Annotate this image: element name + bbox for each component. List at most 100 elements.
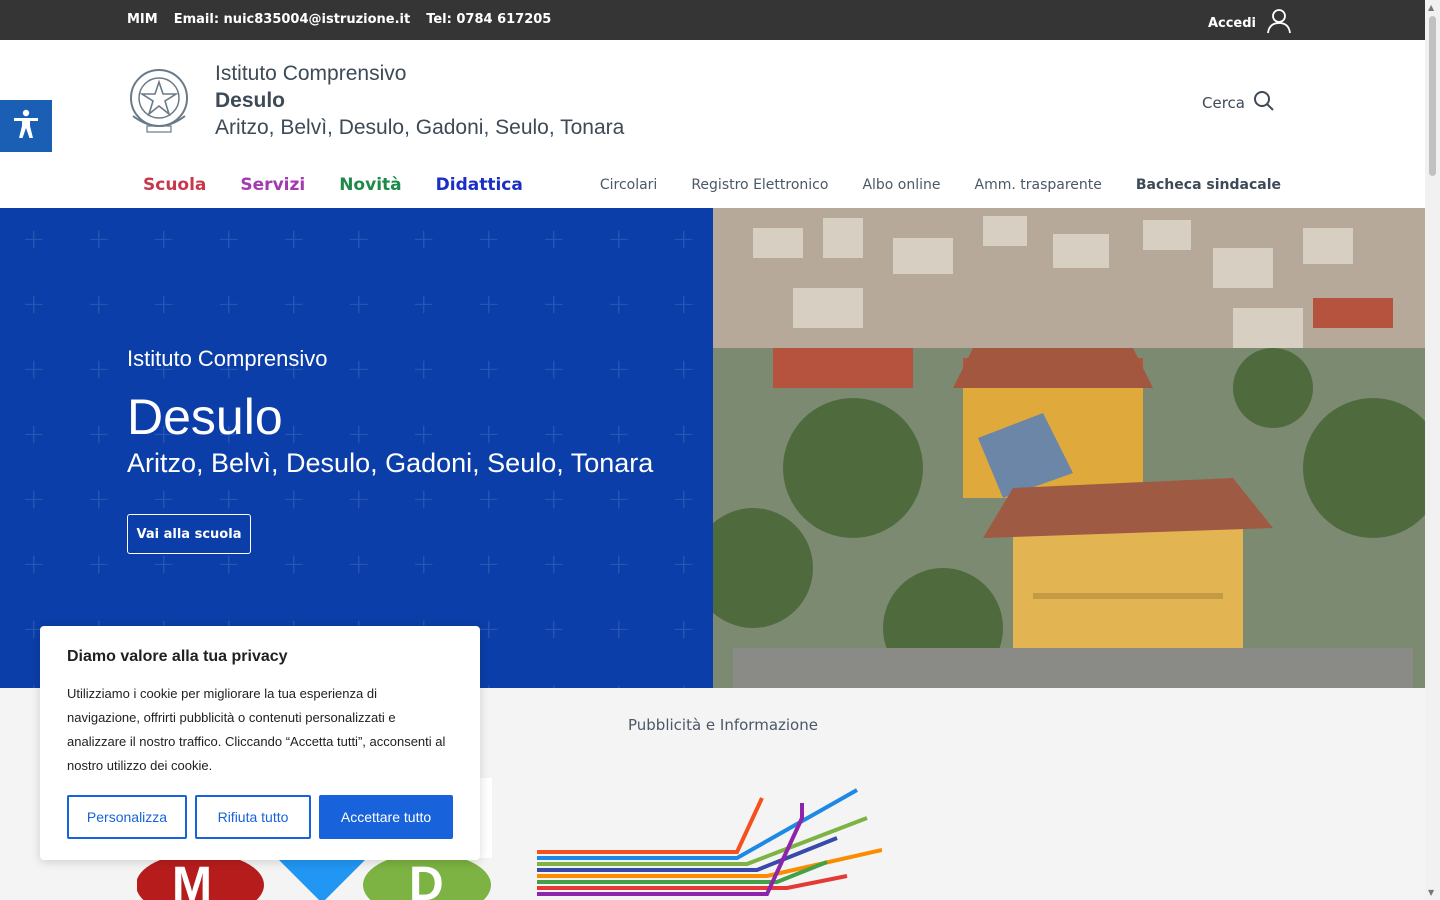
plus-pattern-icon: +	[22, 287, 46, 320]
hero-photo	[713, 208, 1425, 688]
plus-pattern-icon: +	[347, 417, 371, 450]
plus-pattern-icon: +	[87, 482, 111, 515]
plus-pattern-icon: +	[672, 677, 695, 688]
plus-pattern-icon: +	[22, 352, 46, 385]
plus-pattern-icon: +	[672, 222, 696, 255]
plus-pattern-icon: +	[672, 547, 696, 580]
secondary-nav: Circolari Registro Elettronico Albo onli…	[600, 177, 1281, 193]
mim-link[interactable]: MIM	[127, 12, 158, 27]
plus-pattern-icon: +	[542, 612, 566, 645]
plus-pattern-icon: +	[607, 222, 631, 255]
phone-text[interactable]: Tel: 0784 617205	[426, 12, 551, 27]
plus-pattern-icon: +	[217, 222, 241, 255]
brand-title[interactable]: Istituto Comprensivo Desulo Aritzo, Belv…	[215, 60, 624, 141]
login-button[interactable]: Accedi	[1208, 8, 1292, 38]
plus-pattern-icon: +	[477, 417, 501, 450]
nav-item-servizi[interactable]: Servizi	[240, 175, 305, 195]
hero-subtitle: Istituto Comprensivo	[127, 346, 328, 371]
plus-pattern-icon: +	[347, 547, 371, 580]
svg-text:M: M	[172, 858, 212, 900]
plus-pattern-icon: +	[477, 287, 501, 320]
plus-pattern-icon: +	[542, 677, 565, 688]
scroll-up-icon[interactable]: ▲	[1428, 3, 1434, 12]
plus-pattern-icon: +	[477, 222, 501, 255]
plus-pattern-icon: +	[347, 287, 371, 320]
accept-all-button[interactable]: Accettare tutto	[319, 795, 453, 839]
cookie-actions: Personalizza Rifiuta tutto Accettare tut…	[67, 795, 453, 839]
plus-pattern-icon: +	[477, 677, 500, 688]
emblem-icon[interactable]	[127, 64, 191, 136]
brand-line-2: Desulo	[215, 89, 286, 112]
plus-pattern-icon: +	[542, 482, 566, 515]
plus-pattern-icon: +	[672, 352, 696, 385]
plus-pattern-icon: +	[607, 352, 631, 385]
plus-pattern-icon: +	[607, 287, 631, 320]
plus-pattern-icon: +	[477, 547, 501, 580]
subnav-amm-trasparente[interactable]: Amm. trasparente	[975, 177, 1102, 193]
plus-pattern-icon: +	[22, 417, 46, 450]
nav-item-didattica[interactable]: Didattica	[436, 175, 523, 195]
top-bar: MIM Email: nuic835004@istruzione.it Tel:…	[0, 0, 1425, 40]
login-label: Accedi	[1207, 15, 1256, 31]
subnav-bacheca[interactable]: Bacheca sindacale	[1136, 177, 1281, 193]
scrollbar-thumb[interactable]	[1429, 16, 1436, 176]
search-icon	[1253, 90, 1275, 116]
plus-pattern-icon: +	[22, 222, 46, 255]
plus-pattern-icon: +	[607, 612, 631, 645]
plus-pattern-icon: +	[282, 287, 306, 320]
plus-pattern-icon: +	[87, 287, 111, 320]
subnav-registro[interactable]: Registro Elettronico	[691, 177, 828, 193]
plus-pattern-icon: +	[542, 417, 566, 450]
contact-info: MIM Email: nuic835004@istruzione.it Tel:…	[127, 12, 551, 27]
plus-pattern-icon: +	[347, 352, 371, 385]
plus-pattern-icon: +	[672, 287, 696, 320]
plus-pattern-icon: +	[87, 222, 111, 255]
plus-pattern-icon: +	[412, 222, 436, 255]
main-nav: Scuola Servizi Novità Didattica	[143, 175, 523, 195]
plus-pattern-icon: +	[607, 417, 631, 450]
accessibility-button[interactable]	[0, 100, 52, 152]
plus-pattern-icon: +	[282, 417, 306, 450]
svg-text:D: D	[409, 858, 444, 900]
subnav-circolari[interactable]: Circolari	[600, 177, 658, 193]
plus-pattern-icon: +	[607, 547, 631, 580]
plus-pattern-icon: +	[607, 482, 631, 515]
plus-pattern-icon: +	[542, 287, 566, 320]
school-button[interactable]: Vai alla scuola	[127, 514, 251, 554]
reject-all-button[interactable]: Rifiuta tutto	[195, 795, 311, 839]
plus-pattern-icon: +	[542, 222, 566, 255]
page-scrollbar[interactable]: ▲ ▼	[1425, 0, 1440, 900]
plus-pattern-icon: +	[672, 417, 696, 450]
plus-pattern-icon: +	[87, 417, 111, 450]
search-button[interactable]: Cerca	[1202, 90, 1275, 116]
plus-pattern-icon: +	[22, 547, 46, 580]
plus-pattern-icon: +	[542, 547, 566, 580]
accessibility-icon	[10, 108, 42, 144]
cookie-title: Diamo valore alla tua privacy	[67, 648, 288, 665]
customize-button[interactable]: Personalizza	[67, 795, 187, 839]
plus-pattern-icon: +	[672, 612, 696, 645]
plus-pattern-icon: +	[412, 417, 436, 450]
subnav-albo[interactable]: Albo online	[862, 177, 940, 193]
cookie-banner: Diamo valore alla tua privacy Utilizziam…	[40, 626, 480, 860]
plus-pattern-icon: +	[477, 612, 501, 645]
email-text[interactable]: Email: nuic835004@istruzione.it	[174, 12, 411, 27]
user-icon	[1266, 8, 1292, 38]
plus-pattern-icon: +	[477, 352, 501, 385]
nav-item-novita[interactable]: Novità	[339, 175, 401, 195]
plus-pattern-icon: +	[672, 482, 696, 515]
plus-pattern-icon: +	[412, 352, 436, 385]
plus-pattern-icon: +	[477, 482, 501, 515]
section-heading: Pubblicità e Informazione	[628, 716, 818, 734]
plus-pattern-icon: +	[152, 222, 176, 255]
scroll-down-icon[interactable]: ▼	[1428, 888, 1434, 897]
plus-pattern-icon: +	[217, 287, 241, 320]
plus-pattern-icon: +	[412, 482, 436, 515]
plus-pattern-icon: +	[87, 547, 111, 580]
plus-pattern-icon: +	[607, 677, 630, 688]
arrows-logo[interactable]	[537, 788, 883, 900]
nav-item-scuola[interactable]: Scuola	[143, 175, 206, 195]
plus-pattern-icon: +	[347, 222, 371, 255]
brand-line-1: Istituto Comprensivo	[215, 62, 407, 85]
hero-title: Desulo	[127, 389, 283, 445]
